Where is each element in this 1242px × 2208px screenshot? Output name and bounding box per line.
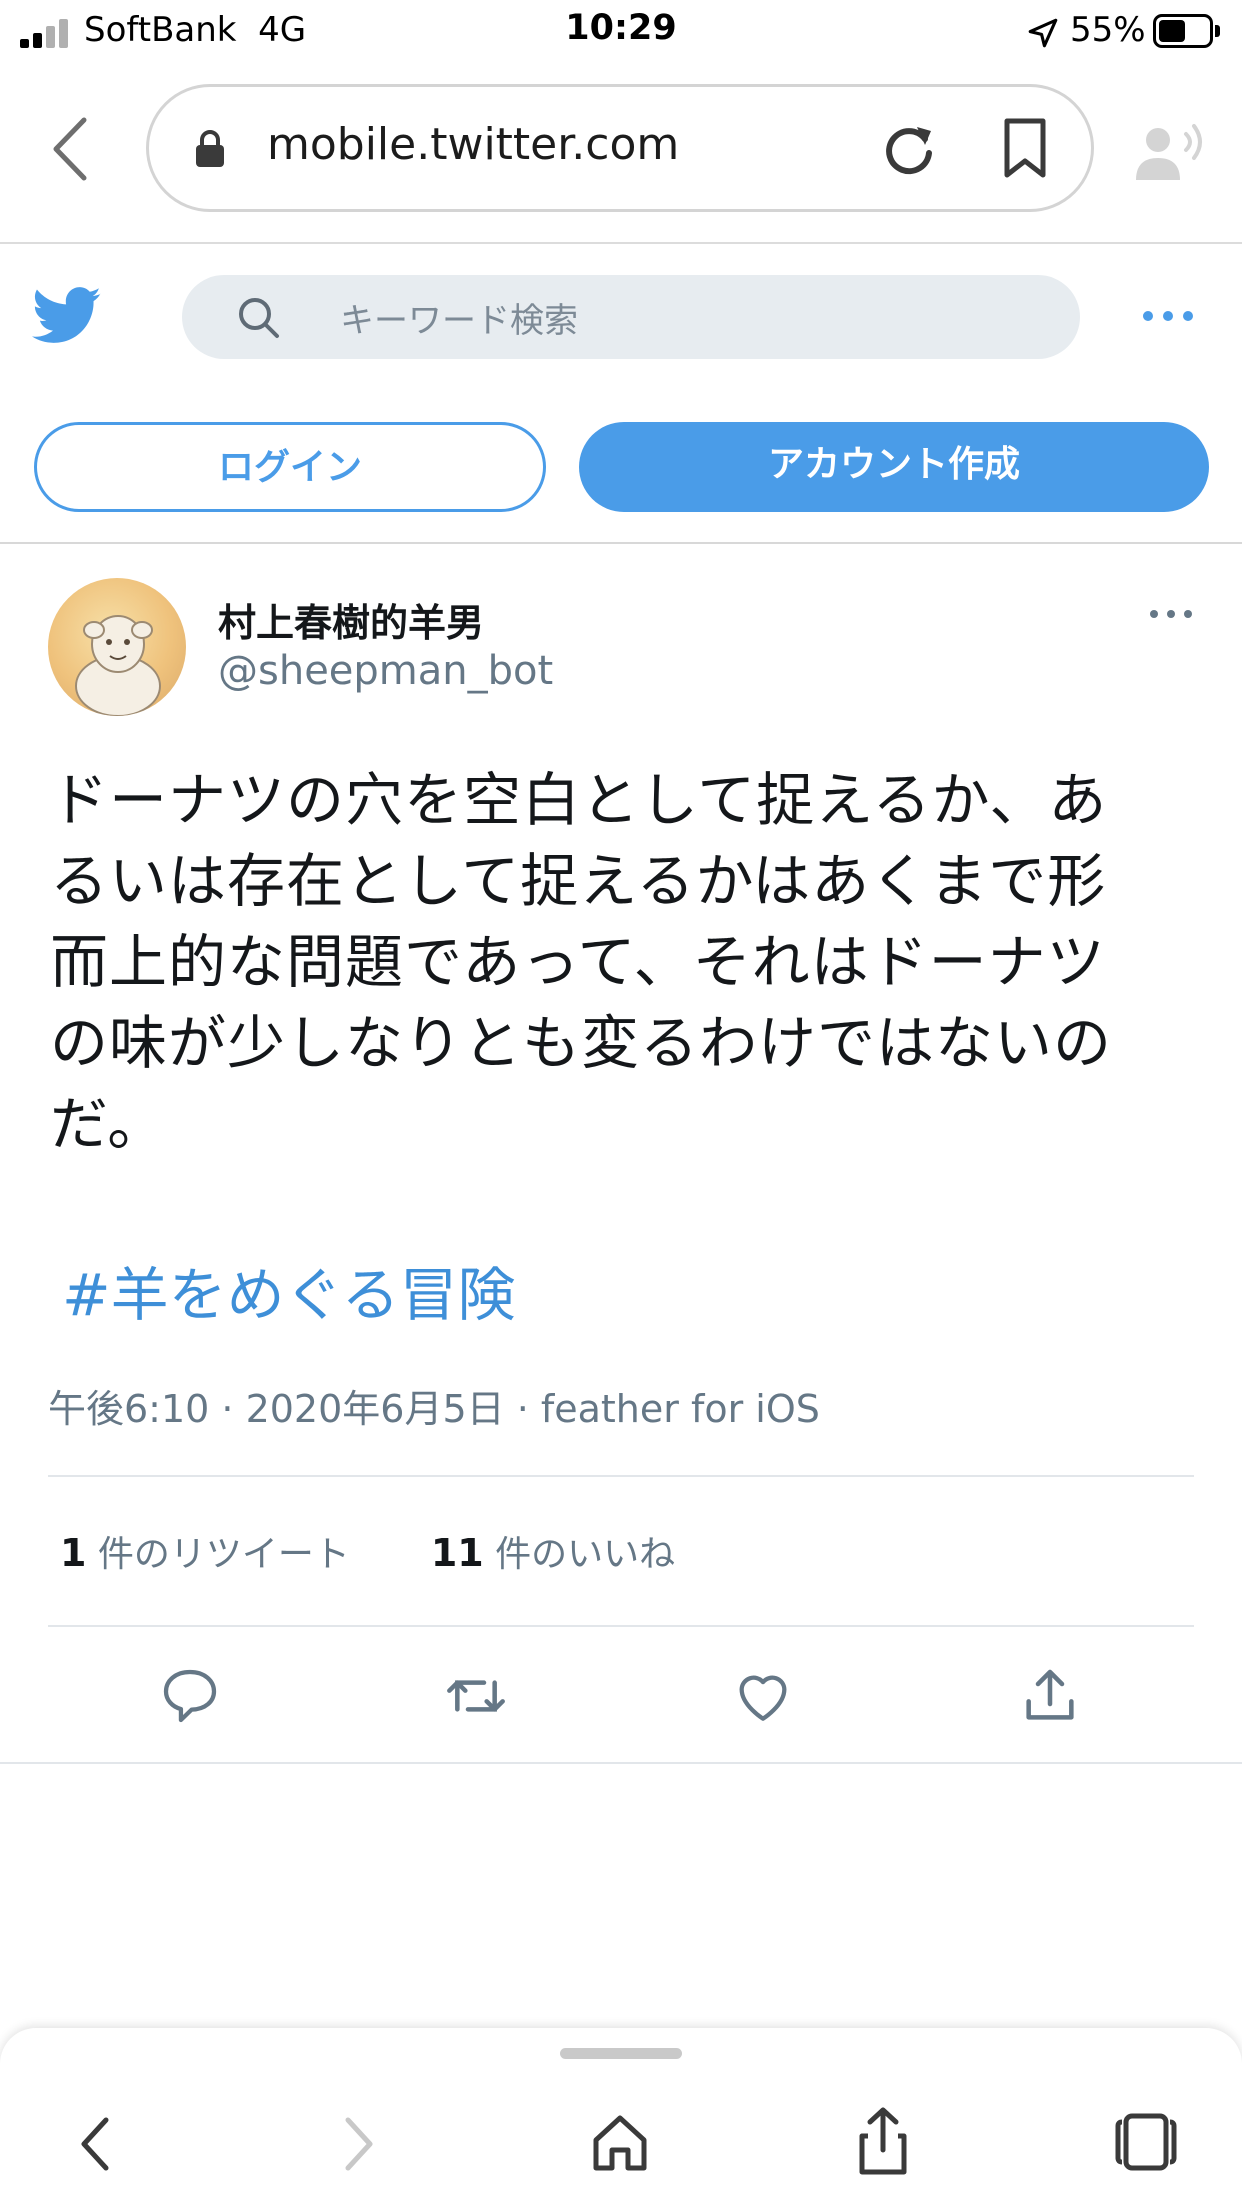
tweet-timestamp[interactable]: 午後6:10 · 2020年6月5日 · feather for iOS bbox=[48, 1378, 820, 1433]
twitter-bird-icon[interactable] bbox=[32, 286, 102, 346]
tweet-text: ドーナツの穴を空白として捉えるか、あ るいは存在として捉えるかはあくまで形 而上… bbox=[50, 760, 1190, 1165]
divider bbox=[48, 1625, 1194, 1627]
reload-icon[interactable] bbox=[879, 119, 939, 179]
tweet-text-line: るいは存在として捉えるかはあくまで形 bbox=[50, 847, 1107, 915]
retweet-count: 1 bbox=[60, 1531, 87, 1575]
search-input[interactable]: キーワード検索 bbox=[182, 275, 1080, 359]
tweet-text-line: だ。 bbox=[50, 1090, 167, 1158]
voice-assist-icon[interactable] bbox=[1130, 120, 1210, 186]
retweet-stat[interactable]: 1 件のリツイート bbox=[60, 1531, 350, 1575]
browser-back-icon[interactable] bbox=[48, 114, 92, 184]
tweet-stats: 1 件のリツイート 11 件のいいね bbox=[60, 1525, 675, 1577]
tweet-text-line: ドーナツの穴を空白として捉えるか、あ bbox=[50, 766, 1108, 834]
tweet-text-line: 而上的な問題であって、それはドーナツ bbox=[50, 928, 1106, 996]
share-icon[interactable] bbox=[858, 2106, 908, 2176]
back-arrow-icon[interactable] bbox=[78, 2116, 112, 2172]
home-icon[interactable] bbox=[590, 2112, 650, 2172]
battery-icon bbox=[1153, 14, 1221, 48]
retweet-stat-label: 件のリツイート bbox=[97, 1534, 350, 1575]
more-options-icon[interactable] bbox=[1140, 306, 1196, 326]
sheep-avatar-icon bbox=[75, 615, 161, 716]
tweet-display-name[interactable]: 村上春樹的羊男 bbox=[218, 592, 484, 647]
reply-icon[interactable] bbox=[158, 1664, 222, 1728]
like-count: 11 bbox=[430, 1531, 484, 1575]
tweet-text-line: の味が少しなりとも変るわけではないの bbox=[50, 1009, 1113, 1077]
avatar[interactable] bbox=[48, 578, 186, 716]
tweet-more-icon[interactable] bbox=[1148, 606, 1194, 622]
browser-address-bar: mobile.twitter.com bbox=[0, 64, 1242, 244]
tweet-handle[interactable]: @sheepman_bot bbox=[218, 648, 553, 694]
retweet-icon[interactable] bbox=[444, 1664, 508, 1728]
hashtag-link[interactable]: #羊をめぐる冒険 bbox=[62, 1248, 515, 1332]
search-placeholder: キーワード検索 bbox=[340, 301, 578, 341]
create-account-button[interactable]: アカウント作成 bbox=[579, 422, 1209, 512]
toolbar-grabber-handle[interactable] bbox=[560, 2048, 682, 2059]
like-stat[interactable]: 11 件のいいね bbox=[430, 1531, 676, 1575]
like-heart-icon[interactable] bbox=[731, 1664, 795, 1728]
forward-arrow-icon[interactable] bbox=[342, 2116, 376, 2172]
browser-toolbar bbox=[0, 2028, 1242, 2208]
share-icon[interactable] bbox=[1018, 1664, 1082, 1728]
location-arrow-icon bbox=[1028, 18, 1058, 48]
tabs-icon[interactable] bbox=[1114, 2112, 1178, 2172]
battery-percent: 55% bbox=[1070, 10, 1146, 50]
like-stat-label: 件のいいね bbox=[495, 1534, 676, 1575]
divider bbox=[0, 1762, 1242, 1764]
header-divider bbox=[0, 542, 1242, 544]
url-field[interactable]: mobile.twitter.com bbox=[146, 84, 1094, 212]
login-button[interactable]: ログイン bbox=[34, 422, 546, 512]
lock-icon bbox=[196, 130, 224, 167]
url-text: mobile.twitter.com bbox=[267, 119, 680, 170]
status-bar: SoftBank 4G 10:29 55% bbox=[0, 0, 1242, 64]
divider bbox=[48, 1475, 1194, 1477]
search-icon bbox=[239, 298, 279, 338]
bookmark-icon[interactable] bbox=[1001, 117, 1049, 179]
